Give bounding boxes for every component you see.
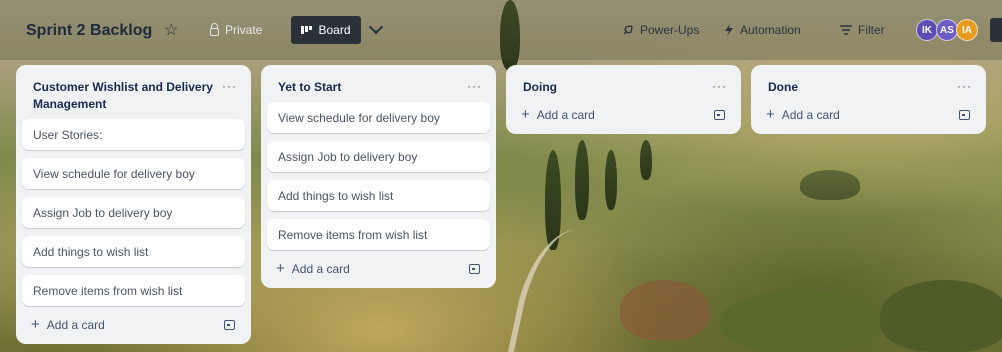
- add-card-label: Add a card: [291, 262, 350, 276]
- powerups-label: Power-Ups: [640, 23, 700, 37]
- board-icon: [301, 26, 313, 34]
- avatar[interactable]: IK: [916, 19, 938, 41]
- add-card-row: + Add a card: [506, 102, 741, 134]
- background-tree: [605, 150, 617, 210]
- background-tree: [575, 140, 589, 220]
- visibility-label: Private: [225, 23, 263, 37]
- list-column: Customer Wishlist and Delivery Managemen…: [16, 65, 251, 344]
- add-card-button[interactable]: + Add a card: [521, 106, 595, 123]
- plus-icon: +: [521, 106, 530, 123]
- background-tree: [720, 290, 880, 352]
- automation-button[interactable]: Automation: [724, 23, 801, 37]
- background-road: [506, 230, 604, 352]
- lock-icon: [210, 23, 219, 36]
- list-title[interactable]: Customer Wishlist and Delivery Managemen…: [33, 79, 213, 113]
- list-header: Done ···: [751, 65, 986, 102]
- add-card-button[interactable]: + Add a card: [276, 260, 350, 277]
- card[interactable]: Assign Job to delivery boy: [267, 141, 490, 172]
- board-view-label: Board: [318, 23, 351, 37]
- list-column: Yet to Start ··· View schedule for deliv…: [261, 65, 496, 288]
- background-tree: [800, 170, 860, 200]
- card[interactable]: View schedule for delivery boy: [22, 158, 245, 189]
- list-title[interactable]: Yet to Start: [278, 79, 341, 96]
- add-card-button[interactable]: + Add a card: [766, 106, 840, 123]
- card[interactable]: View schedule for delivery boy: [267, 102, 490, 133]
- visibility-button[interactable]: Private: [210, 23, 262, 37]
- list-menu-icon[interactable]: ···: [467, 79, 482, 93]
- rocket-icon: [623, 25, 633, 35]
- card-template-icon[interactable]: [959, 110, 970, 120]
- list-column: Done ··· + Add a card: [751, 65, 986, 134]
- list-title[interactable]: Done: [768, 79, 798, 96]
- filter-button[interactable]: Filter: [840, 23, 885, 37]
- list-header: Customer Wishlist and Delivery Managemen…: [16, 65, 251, 119]
- card-template-icon[interactable]: [714, 110, 725, 120]
- list-header: Yet to Start ···: [261, 65, 496, 102]
- list-menu-icon[interactable]: ···: [222, 79, 237, 93]
- add-card-label: Add a card: [536, 108, 595, 122]
- plus-icon: +: [276, 260, 285, 277]
- add-card-button[interactable]: + Add a card: [31, 316, 105, 333]
- add-card-row: + Add a card: [261, 258, 496, 288]
- card[interactable]: Remove items from wish list: [22, 275, 245, 306]
- background-tree: [640, 140, 652, 180]
- board-title[interactable]: Sprint 2 Backlog: [26, 22, 152, 40]
- share-button[interactable]: [990, 18, 1002, 42]
- star-icon[interactable]: ☆: [164, 20, 178, 40]
- card-template-icon[interactable]: [224, 320, 235, 330]
- card[interactable]: Add things to wish list: [22, 236, 245, 267]
- card[interactable]: Assign Job to delivery boy: [22, 197, 245, 228]
- plus-icon: +: [766, 106, 775, 123]
- automation-label: Automation: [740, 23, 801, 37]
- add-card-row: + Add a card: [751, 102, 986, 134]
- avatar[interactable]: AS: [936, 19, 958, 41]
- card[interactable]: Remove items from wish list: [267, 219, 490, 250]
- filter-label: Filter: [858, 23, 885, 37]
- card[interactable]: User Stories:: [22, 119, 245, 150]
- list-header: Doing ···: [506, 65, 741, 102]
- chevron-down-icon[interactable]: [368, 19, 384, 35]
- list-title[interactable]: Doing: [523, 79, 557, 96]
- card[interactable]: Add things to wish list: [267, 180, 490, 211]
- add-card-row: + Add a card: [16, 314, 251, 344]
- filter-icon: [840, 25, 852, 35]
- board-view-button[interactable]: Board: [291, 16, 361, 44]
- background-tree: [620, 280, 710, 340]
- add-card-label: Add a card: [781, 108, 840, 122]
- list-column: Doing ··· + Add a card: [506, 65, 741, 134]
- avatar[interactable]: IA: [956, 19, 978, 41]
- list-menu-icon[interactable]: ···: [957, 79, 972, 93]
- background-tree: [880, 280, 1002, 352]
- list-menu-icon[interactable]: ···: [712, 79, 727, 93]
- card-template-icon[interactable]: [469, 264, 480, 274]
- board-header: Sprint 2 Backlog ☆ Private Board Power-U…: [0, 0, 1002, 60]
- plus-icon: +: [31, 316, 40, 333]
- powerups-button[interactable]: Power-Ups: [622, 23, 699, 37]
- add-card-label: Add a card: [46, 318, 105, 332]
- lightning-icon: [725, 24, 733, 36]
